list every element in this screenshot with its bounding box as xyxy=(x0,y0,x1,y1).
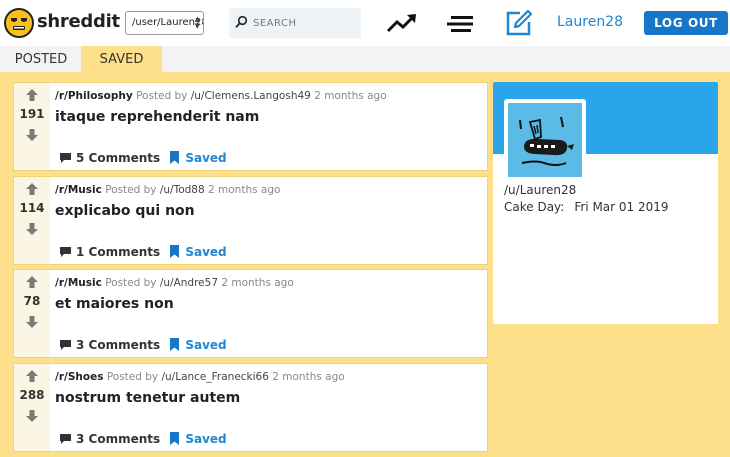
profile-tabs: POSTED SAVED xyxy=(0,46,730,72)
post-score: 191 xyxy=(19,107,45,121)
post-meta: /r/Shoes Posted by /u/Lance_Franecki66 2… xyxy=(55,371,345,383)
saved-toggle[interactable]: Saved xyxy=(170,150,227,165)
cake-day-value: Fri Mar 01 2019 xyxy=(574,200,669,214)
post-meta: /r/Music Posted by /u/Andre57 2 months a… xyxy=(55,277,294,289)
post-card[interactable]: 191 /r/Philosophy Posted by /u/Clemens.L… xyxy=(13,82,488,171)
saved-label: Saved xyxy=(185,244,227,259)
post-meta: /r/Philosophy Posted by /u/Clemens.Lango… xyxy=(55,90,387,102)
top-navbar: shreddit /user/Lauren28 ▲▼ Lauren28 LOG … xyxy=(0,0,730,46)
bookmark-icon xyxy=(170,432,180,445)
saved-label: Saved xyxy=(185,431,227,446)
comment-icon xyxy=(60,152,71,163)
avatar[interactable] xyxy=(504,99,586,181)
downvote-arrow-icon[interactable] xyxy=(25,315,39,329)
post-card[interactable]: 78 /r/Music Posted by /u/Andre57 2 month… xyxy=(13,269,488,358)
username-link[interactable]: Lauren28 xyxy=(557,14,623,30)
comments-count: 5 Comments xyxy=(76,150,161,165)
trending-icon[interactable] xyxy=(386,12,418,34)
saved-toggle[interactable]: Saved xyxy=(170,337,227,352)
select-arrows-icon: ▲ ▼ xyxy=(194,15,200,30)
shreddit-logo-icon[interactable] xyxy=(4,8,34,38)
post-actions: 3 Comments Saved xyxy=(59,337,227,352)
comment-icon xyxy=(60,246,71,257)
avatar-image xyxy=(508,103,582,177)
list-icon[interactable] xyxy=(447,14,475,34)
subreddit-link[interactable]: /r/Music xyxy=(55,277,102,289)
posted-by-label: Posted by xyxy=(106,371,159,383)
subreddit-link[interactable]: /r/Music xyxy=(55,184,102,196)
post-actions: 3 Comments Saved xyxy=(59,431,227,446)
comment-icon xyxy=(60,433,71,444)
downvote-arrow-icon[interactable] xyxy=(25,409,39,423)
bookmark-icon xyxy=(170,338,180,351)
logout-button[interactable]: LOG OUT xyxy=(644,11,728,35)
profile-card: /u/Lauren28 Cake Day: Fri Mar 01 2019 xyxy=(493,82,718,324)
saved-label: Saved xyxy=(185,337,227,352)
edit-icon[interactable] xyxy=(505,9,533,37)
comments-count: 3 Comments xyxy=(76,431,161,446)
comments-link[interactable]: 5 Comments xyxy=(59,151,160,165)
comments-count: 3 Comments xyxy=(76,337,161,352)
subreddit-link[interactable]: /r/Shoes xyxy=(55,371,103,383)
post-title[interactable]: et maiores non xyxy=(55,296,174,312)
posted-by-label: Posted by xyxy=(136,90,188,102)
saved-toggle[interactable]: Saved xyxy=(170,431,227,446)
bookmark-icon xyxy=(170,245,180,258)
brand-name[interactable]: shreddit xyxy=(37,11,120,32)
downvote-arrow-icon[interactable] xyxy=(25,222,39,236)
post-actions: 1 Comments Saved xyxy=(59,244,227,259)
post-time: 2 months ago xyxy=(221,277,294,289)
tab-posted[interactable]: POSTED xyxy=(4,46,78,72)
post-card[interactable]: 288 /r/Shoes Posted by /u/Lance_Franecki… xyxy=(13,363,488,452)
post-actions: 5 Comments Saved xyxy=(59,150,227,165)
author-link[interactable]: /u/Tod88 xyxy=(160,184,205,196)
cake-day-label: Cake Day: xyxy=(504,200,565,214)
post-title[interactable]: explicabo qui non xyxy=(55,203,195,219)
saved-toggle[interactable]: Saved xyxy=(170,244,227,259)
post-title[interactable]: itaque reprehenderit nam xyxy=(55,109,259,125)
post-score: 78 xyxy=(23,294,41,308)
vote-column: 78 xyxy=(14,270,50,357)
post-time: 2 months ago xyxy=(208,184,281,196)
search-box[interactable] xyxy=(229,8,361,38)
comment-icon xyxy=(60,339,71,350)
profile-username: /u/Lauren28 xyxy=(504,183,577,197)
vote-column: 191 xyxy=(14,83,50,170)
vote-column: 114 xyxy=(14,177,50,264)
downvote-arrow-icon[interactable] xyxy=(25,128,39,142)
search-input[interactable] xyxy=(253,14,353,32)
upvote-arrow-icon[interactable] xyxy=(25,182,39,196)
comments-link[interactable]: 3 Comments xyxy=(59,338,160,352)
author-link[interactable]: /u/Lance_Franecki66 xyxy=(161,371,268,383)
comments-count: 1 Comments xyxy=(76,244,161,259)
bookmark-icon xyxy=(170,151,180,164)
comments-link[interactable]: 1 Comments xyxy=(59,245,160,259)
post-time: 2 months ago xyxy=(314,90,387,102)
comments-link[interactable]: 3 Comments xyxy=(59,432,160,446)
author-link[interactable]: /u/Clemens.Langosh49 xyxy=(191,90,311,102)
post-card[interactable]: 114 /r/Music Posted by /u/Tod88 2 months… xyxy=(13,176,488,265)
post-score: 114 xyxy=(19,201,45,215)
post-score: 288 xyxy=(19,388,45,402)
saved-label: Saved xyxy=(185,150,227,165)
post-title[interactable]: nostrum tenetur autem xyxy=(55,390,240,406)
upvote-arrow-icon[interactable] xyxy=(25,369,39,383)
posted-by-label: Posted by xyxy=(105,277,157,289)
subreddit-link[interactable]: /r/Philosophy xyxy=(55,90,133,102)
user-select[interactable]: /user/Lauren28 ▲ ▼ xyxy=(125,11,204,35)
search-icon xyxy=(235,15,248,28)
posted-by-label: Posted by xyxy=(105,184,157,196)
cake-day: Cake Day: Fri Mar 01 2019 xyxy=(504,200,669,214)
user-select-value: /user/Lauren28 xyxy=(132,17,204,28)
author-link[interactable]: /u/Andre57 xyxy=(160,277,218,289)
upvote-arrow-icon[interactable] xyxy=(25,88,39,102)
tab-saved[interactable]: SAVED xyxy=(81,46,162,72)
upvote-arrow-icon[interactable] xyxy=(25,275,39,289)
post-meta: /r/Music Posted by /u/Tod88 2 months ago xyxy=(55,184,280,196)
post-time: 2 months ago xyxy=(272,371,345,383)
vote-column: 288 xyxy=(14,364,50,451)
